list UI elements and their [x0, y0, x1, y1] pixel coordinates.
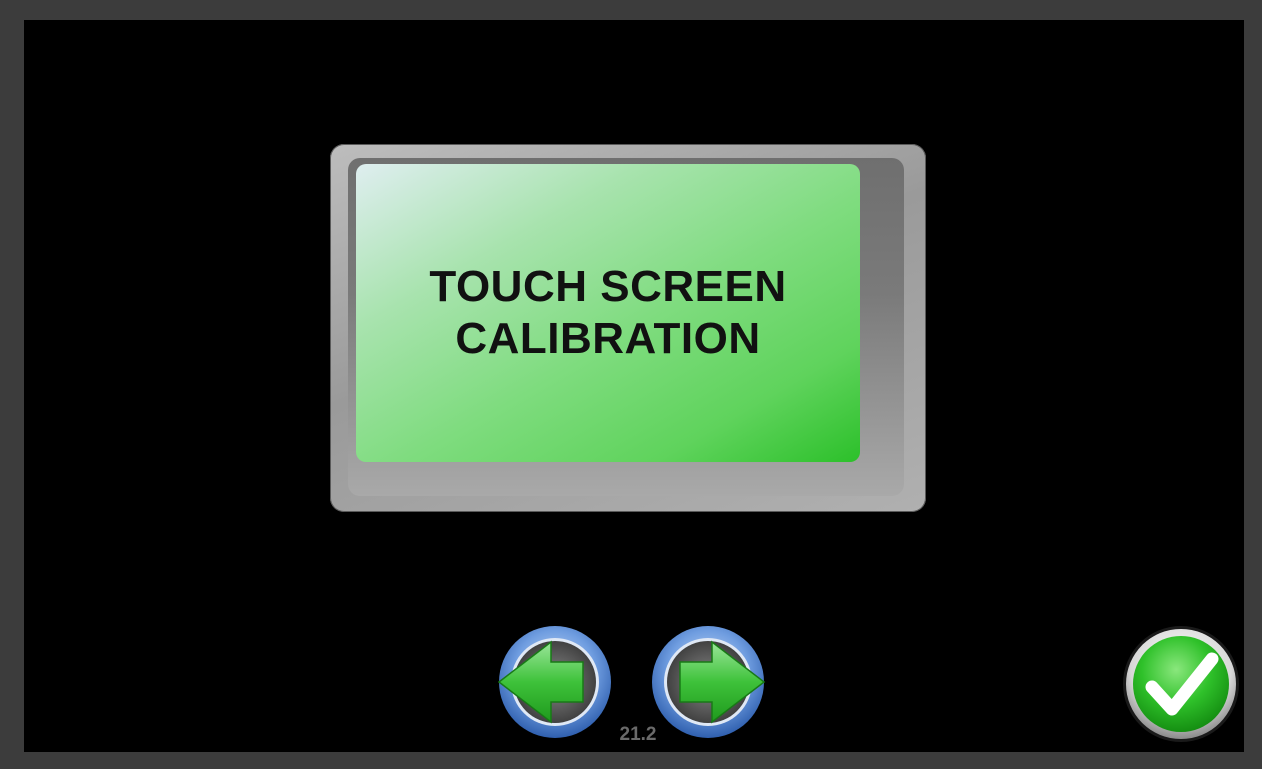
left-arrow-icon	[497, 626, 611, 738]
tile-title-line-2: CALIBRATION	[455, 314, 761, 363]
previous-button[interactable]	[497, 624, 613, 740]
right-arrow-icon	[652, 626, 766, 738]
touch-screen-calibration-tile[interactable]: TOUCH SCREEN CALIBRATION	[330, 144, 926, 512]
device-frame: TOUCH SCREEN CALIBRATION 21.2	[0, 0, 1262, 769]
checkmark-icon	[1123, 626, 1239, 742]
screen: TOUCH SCREEN CALIBRATION 21.2	[24, 20, 1244, 752]
confirm-button[interactable]	[1122, 625, 1240, 743]
next-button[interactable]	[650, 624, 766, 740]
tile-title-line-1: TOUCH SCREEN	[429, 262, 787, 311]
page-number: 21.2	[619, 724, 657, 745]
tile-panel: TOUCH SCREEN CALIBRATION	[356, 164, 860, 462]
